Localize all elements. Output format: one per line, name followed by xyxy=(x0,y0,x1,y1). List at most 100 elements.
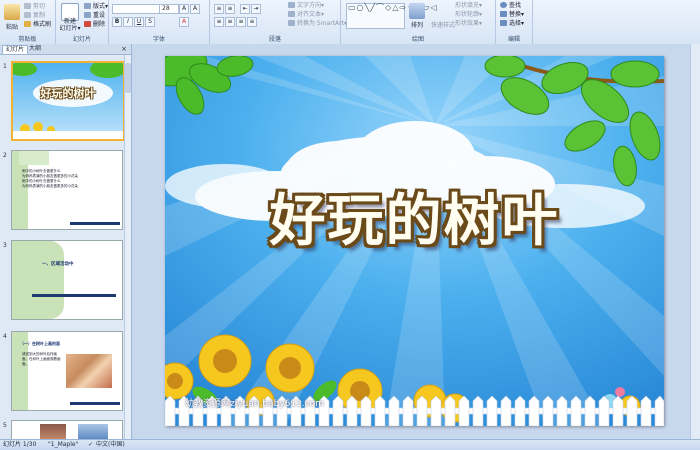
clipboard-label: 剪贴板 xyxy=(18,36,37,43)
pane-tabs: 幻灯片 大纲 × xyxy=(0,44,131,55)
font-group: 28 A A B I U S A 字体 xyxy=(109,0,210,44)
text-direction-icon xyxy=(288,2,295,8)
slide-thumbnail-4[interactable]: （一）在树叶上画的面 请送到大的树叶后作画面，在树叶上画面观看画面。 xyxy=(11,331,123,411)
slide-number: 2 xyxy=(3,152,7,159)
replace-button[interactable]: 替换▾ xyxy=(500,11,524,19)
italic-button[interactable]: I xyxy=(123,17,133,27)
align-left-button[interactable]: ≡ xyxy=(214,17,224,27)
bullets-button[interactable]: ≡ xyxy=(214,4,224,14)
smartart-icon xyxy=(288,20,295,26)
current-slide[interactable]: 好玩的树叶 幼教资源网ziyuan.baby611.com PPT课件 · FL… xyxy=(165,56,664,426)
slide-4-bullet: 请送到大的树叶后作画面，在树叶上画面观看画面。 xyxy=(22,352,61,366)
cut-button[interactable]: 剪切 xyxy=(24,3,45,11)
tab-outline[interactable]: 大纲 xyxy=(26,45,44,53)
decrease-indent-button[interactable]: ⇤ xyxy=(240,4,250,14)
scroll-thumb[interactable] xyxy=(125,63,131,93)
slide-3-text: 一、区域活动中 xyxy=(42,262,74,267)
editing-group: 查找 替换▾ 选择▾ 编辑 xyxy=(496,0,533,44)
navy-bar xyxy=(32,294,116,297)
slide-1-title: 好玩的树叶 xyxy=(40,87,96,100)
children-photo xyxy=(66,354,112,388)
shapes-gallery[interactable]: ▭○╲╱⌒◇△⇨☆⬠▱◁ xyxy=(346,3,437,29)
status-bar: 幻灯片 1/30 "1_Maple" ✓ 中文(中国) xyxy=(0,439,700,450)
slide-thumbnail-1[interactable]: 好玩的树叶 xyxy=(11,61,125,141)
slide-thumbnail-2[interactable]: 雨中的小树叶去做更什么 为妈妈表演的小朋友做更多的小花朵 雨中的小树叶去做更什么… xyxy=(11,150,123,230)
ribbon: 粘贴 剪切 复制 格式刷 剪贴板 新建 幻灯片▾ 版式▾ 重设 删除 幻灯片 28… xyxy=(0,0,700,45)
slide-number: 1 xyxy=(3,63,7,70)
justify-button[interactable]: ≡ xyxy=(247,17,257,27)
font-label: 字体 xyxy=(152,36,165,43)
slides-pane: 幻灯片 大纲 × 1 好玩的树叶 2 雨中的小树叶去做更什么 为妈妈表演的小朋友… xyxy=(0,44,132,440)
slide-2-text: 雨中的小树叶去做更什么 为妈妈表演的小朋友做更多的小花朵 雨中的小树叶去做更什么… xyxy=(22,169,118,189)
slide-1-art xyxy=(13,63,123,139)
watermark-subtext: PPT课件 · FLASH课件 · 教案 · 试卷 xyxy=(203,408,267,413)
format-painter-button[interactable]: 格式刷 xyxy=(24,21,51,29)
underline-button[interactable]: U xyxy=(134,17,144,27)
slides-label: 幻灯片 xyxy=(72,36,91,43)
grow-font-button[interactable]: A xyxy=(179,4,189,14)
shape-outline-button[interactable]: 形状轮廓▾ xyxy=(455,11,482,19)
shape-effects-button[interactable]: 形状效果▾ xyxy=(455,20,482,28)
reset-button[interactable]: 重设 xyxy=(84,12,105,20)
increase-indent-button[interactable]: ⇥ xyxy=(251,4,261,14)
strikethrough-button[interactable]: S xyxy=(145,17,155,27)
drawing-group: ▭○╲╱⌒◇△⇨☆⬠▱◁ 排列 快速样式 形状填充▾ 形状轮廓▾ 形状效果▾ 绘… xyxy=(341,0,496,44)
select-icon xyxy=(500,20,507,26)
bold-button[interactable]: B xyxy=(112,17,122,27)
navy-bar xyxy=(70,402,120,405)
slide-title[interactable]: 好玩的树叶 xyxy=(165,176,664,257)
new-slide-button[interactable]: 新建 幻灯片▾ xyxy=(56,18,84,32)
editing-label: 编辑 xyxy=(507,36,520,43)
align-right-button[interactable]: ≡ xyxy=(236,17,246,27)
scissors-icon xyxy=(24,3,31,9)
paragraph-group: ≡ ≡ ⇤ ⇥ ≡ ≡ ≡ ≡ 文字方向▾ 对齐文本▾ 转换为 SmartArt… xyxy=(210,0,347,44)
paste-button[interactable]: 粘贴 xyxy=(2,22,22,31)
tab-slides[interactable]: 幻灯片 xyxy=(2,45,29,54)
find-icon xyxy=(500,2,507,8)
paragraph-label: 段落 xyxy=(268,36,281,43)
find-button[interactable]: 查找 xyxy=(500,2,521,10)
slide-thumbnail-5[interactable] xyxy=(11,420,123,440)
shrink-font-button[interactable]: A xyxy=(190,4,200,14)
close-pane-icon[interactable]: × xyxy=(121,45,127,53)
drawing-label: 绘图 xyxy=(411,36,424,43)
layout-icon xyxy=(84,3,91,9)
delete-button[interactable]: 删除 xyxy=(84,21,105,29)
convert-smartart-button[interactable]: 转换为 SmartArt▾ xyxy=(288,20,347,28)
thumbnail-scrollbar[interactable] xyxy=(124,55,131,439)
shape-fill-button[interactable]: 形状填充▾ xyxy=(455,2,482,10)
slide-number: 4 xyxy=(3,333,7,340)
photo xyxy=(78,424,108,440)
slide-editing-area: 好玩的树叶 幼教资源网ziyuan.baby611.com PPT课件 · FL… xyxy=(132,44,700,439)
select-button[interactable]: 选择▾ xyxy=(500,20,524,28)
slide-thumbnail-3[interactable]: 一、区域活动中 xyxy=(11,240,123,320)
clipboard-group: 粘贴 剪切 复制 格式刷 剪贴板 xyxy=(0,0,56,44)
bullet-line: 为妈妈表演的小朋友做更多的小花朵 xyxy=(22,184,78,188)
editor-scrollbar[interactable] xyxy=(690,44,700,439)
arrange-button[interactable]: 排列 xyxy=(404,20,430,29)
brush-icon xyxy=(24,21,31,27)
green-panel xyxy=(12,241,64,319)
numbering-button[interactable]: ≡ xyxy=(225,4,235,14)
copy-button[interactable]: 复制 xyxy=(24,12,45,20)
replace-icon xyxy=(500,11,507,17)
slide-number: 5 xyxy=(3,422,7,429)
text-direction-button[interactable]: 文字方向▾ xyxy=(288,2,324,10)
quick-styles-button[interactable]: 快速样式 xyxy=(429,20,457,29)
slide-4-title: （一）在树叶上画的面 xyxy=(20,341,60,346)
slides-group: 新建 幻灯片▾ 版式▾ 重设 删除 幻灯片 xyxy=(56,0,109,44)
align-center-button[interactable]: ≡ xyxy=(225,17,235,27)
reset-icon xyxy=(84,12,91,18)
photo xyxy=(40,424,66,440)
paste-icon xyxy=(4,4,20,20)
layout-button[interactable]: 版式▾ xyxy=(84,3,108,11)
align-text-button[interactable]: 对齐文本▾ xyxy=(288,11,324,19)
navy-bar xyxy=(70,222,120,225)
delete-icon xyxy=(84,21,91,27)
arrange-icon xyxy=(409,3,425,19)
font-color-button[interactable]: A xyxy=(179,17,189,27)
font-name-combo[interactable] xyxy=(112,4,160,14)
slide-number: 3 xyxy=(3,242,7,249)
green-header-block xyxy=(19,151,49,165)
font-size-combo[interactable]: 28 xyxy=(159,4,179,14)
